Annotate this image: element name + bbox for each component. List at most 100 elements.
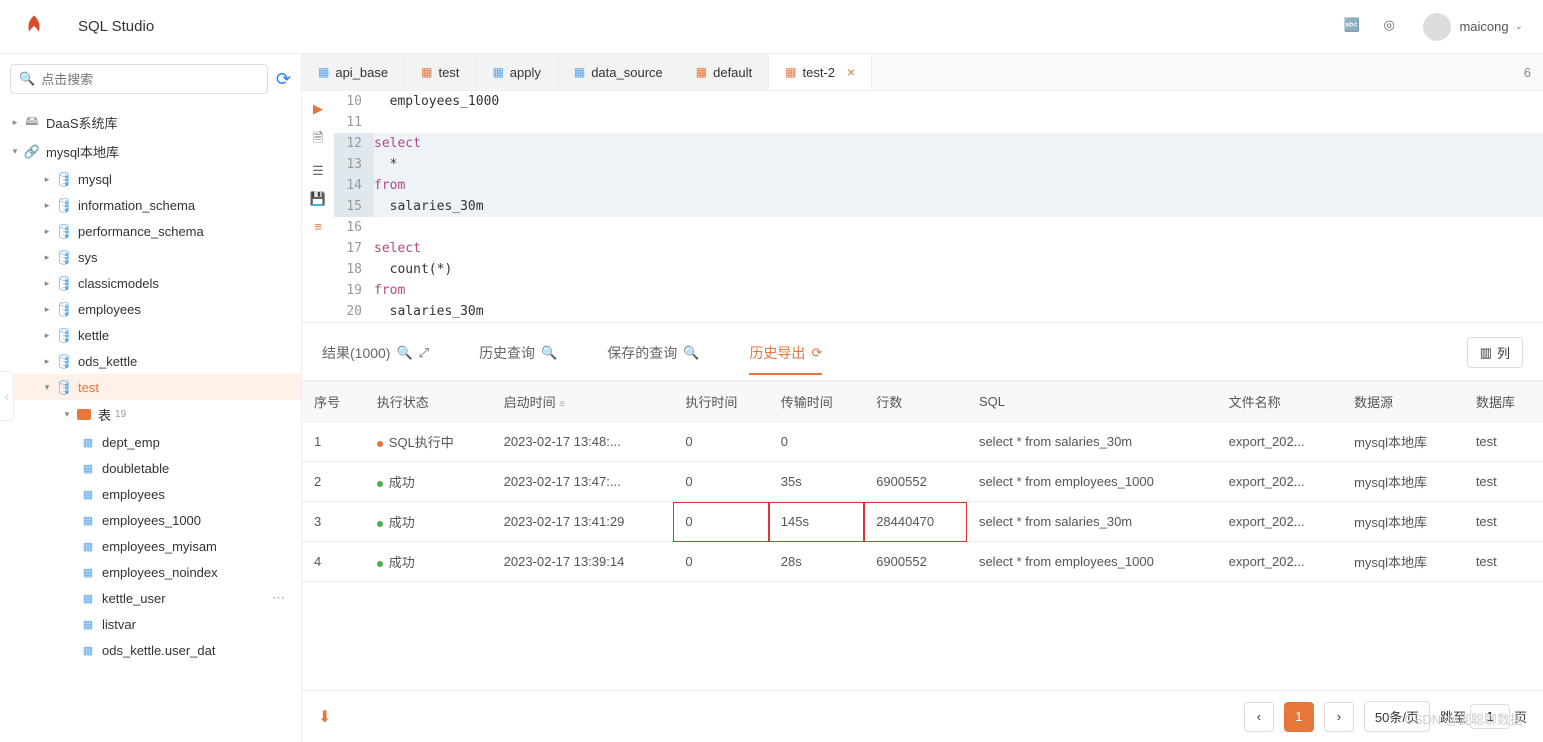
database-icon: 🛢	[56, 249, 72, 265]
code-line-14[interactable]: 14from	[334, 175, 1543, 196]
list-icon[interactable]: ≡	[314, 219, 322, 234]
table-icon: ▦	[80, 564, 96, 580]
sidebar-db-classicmodels[interactable]: ▸🛢classicmodels	[0, 270, 301, 296]
refresh-icon[interactable]: ⟳	[276, 69, 291, 90]
tree-root-mysql[interactable]: ▾🔗mysql本地库	[0, 137, 301, 166]
tab-results[interactable]: 结果(1000)🔍⤢	[322, 343, 429, 363]
code-line-17[interactable]: 17select	[334, 238, 1543, 259]
table-row[interactable]: 3 成功 2023-02-17 13:41:29 0 145s 28440470…	[302, 502, 1543, 542]
tab-type-icon: ▦	[318, 65, 329, 79]
tab-type-icon: ▦	[421, 65, 432, 79]
search-input[interactable]	[41, 72, 259, 87]
refresh-icon[interactable]: ⟳	[811, 345, 822, 361]
sidebar-table-listvar[interactable]: ▦listvar	[0, 611, 301, 637]
tab-type-icon: ▦	[574, 65, 585, 79]
code-line-12[interactable]: 12select	[334, 133, 1543, 154]
code-line-20[interactable]: 20 salaries_30m	[334, 301, 1543, 322]
more-icon[interactable]: ⋯	[272, 590, 285, 606]
prev-page-button[interactable]: ‹	[1244, 702, 1274, 732]
connection-tree: ▸🖴DaaS系统库 ▾🔗mysql本地库 ▸🛢mysql▸🛢informatio…	[0, 104, 301, 667]
editor-tab-default[interactable]: ▦default	[680, 54, 769, 90]
close-icon[interactable]: ×	[847, 64, 855, 80]
avatar[interactable]	[1423, 13, 1451, 41]
editor-tab-api_base[interactable]: ▦api_base	[302, 54, 405, 90]
sidebar-db-information_schema[interactable]: ▸🛢information_schema	[0, 192, 301, 218]
table-row[interactable]: 4 成功 2023-02-17 13:39:14 0 28s 6900552 s…	[302, 542, 1543, 582]
sql-editor[interactable]: 10 employees_10001112select13 *14from15 …	[334, 91, 1543, 322]
app-title: SQL Studio	[78, 18, 154, 35]
tab-history-export[interactable]: 历史导出⟳	[749, 343, 822, 375]
run-icon[interactable]: ▶	[313, 101, 323, 117]
column-header[interactable]: 行数	[864, 382, 967, 422]
column-header[interactable]: 文件名称	[1217, 382, 1342, 422]
sidebar-db-kettle[interactable]: ▸🛢kettle	[0, 322, 301, 348]
search-box[interactable]: 🔍	[10, 64, 268, 94]
expand-icon: ⤢	[419, 345, 429, 361]
sidebar-table-employees_noindex[interactable]: ▦employees_noindex	[0, 559, 301, 585]
sidebar-table-employees_1000[interactable]: ▦employees_1000	[0, 507, 301, 533]
sidebar-table-employees[interactable]: ▦employees	[0, 481, 301, 507]
download-icon[interactable]: ⬇	[318, 707, 331, 727]
sidebar-table-ods_kettle.user_dat[interactable]: ▦ods_kettle.user_dat	[0, 637, 301, 663]
jump-input[interactable]	[1470, 704, 1510, 729]
tab-type-icon: ▦	[492, 65, 503, 79]
database-icon: 🛢	[56, 171, 72, 187]
column-header[interactable]: 序号	[302, 382, 365, 422]
tab-type-icon: ▦	[696, 65, 707, 79]
code-line-15[interactable]: 15 salaries_30m	[334, 196, 1543, 217]
export-icon[interactable]: 💾	[310, 191, 326, 207]
code-line-11[interactable]: 11	[334, 112, 1543, 133]
columns-button[interactable]: ▥列	[1467, 337, 1523, 368]
column-header[interactable]: 执行时间	[673, 382, 768, 422]
column-header[interactable]: SQL	[967, 382, 1217, 422]
format-icon[interactable]: ☰	[312, 163, 324, 179]
tree-root-daas[interactable]: ▸🖴DaaS系统库	[0, 108, 301, 137]
editor-tabs: ▦api_base▦test▦apply▦data_source▦default…	[302, 54, 1543, 91]
page-number[interactable]: 1	[1284, 702, 1314, 732]
sidebar-table-kettle_user[interactable]: ▦kettle_user⋯	[0, 585, 301, 611]
save-icon[interactable]: 🗎	[313, 129, 323, 151]
code-line-18[interactable]: 18 count(*)	[334, 259, 1543, 280]
code-line-19[interactable]: 19from	[334, 280, 1543, 301]
sidebar-table-dept_emp[interactable]: ▦dept_emp	[0, 429, 301, 455]
translate-icon[interactable]: 🔤	[1343, 17, 1363, 37]
sidebar-db-employees[interactable]: ▸🛢employees	[0, 296, 301, 322]
editor-tab-test[interactable]: ▦test	[405, 54, 476, 90]
tab-saved-query[interactable]: 保存的查询🔍	[607, 343, 699, 363]
sidebar-db-sys[interactable]: ▸🛢sys	[0, 244, 301, 270]
chevron-down-icon[interactable]: ⌄	[1515, 21, 1523, 32]
sidebar-db-test[interactable]: ▾🛢test	[0, 374, 301, 400]
table-row[interactable]: 2 成功 2023-02-17 13:47:... 0 35s 6900552 …	[302, 462, 1543, 502]
connection-icon: 🔗	[24, 144, 40, 160]
tree-tables-folder[interactable]: ▾表19	[0, 400, 301, 429]
code-line-13[interactable]: 13 *	[334, 154, 1543, 175]
collapse-sidebar-button[interactable]: ‹	[0, 371, 14, 421]
username[interactable]: maicong	[1459, 19, 1508, 34]
column-header[interactable]: 启动时间 ≡	[492, 382, 674, 422]
column-header[interactable]: 传输时间	[769, 382, 864, 422]
tab-history-query[interactable]: 历史查询🔍	[479, 343, 557, 363]
code-line-16[interactable]: 16	[334, 217, 1543, 238]
page-size-select[interactable]: 50条/页	[1364, 701, 1430, 732]
editor-tab-apply[interactable]: ▦apply	[476, 54, 557, 90]
column-header[interactable]: 执行状态	[365, 382, 492, 422]
column-header[interactable]: 数据库	[1464, 382, 1543, 422]
sidebar-db-performance_schema[interactable]: ▸🛢performance_schema	[0, 218, 301, 244]
sidebar-db-mysql[interactable]: ▸🛢mysql	[0, 166, 301, 192]
database-icon: 🛢	[56, 197, 72, 213]
sidebar: 🔍 ⟳ ▸🖴DaaS系统库 ▾🔗mysql本地库 ▸🛢mysql▸🛢inform…	[0, 54, 302, 742]
editor-tab-test-2[interactable]: ▦test-2×	[769, 54, 872, 90]
next-page-button[interactable]: ›	[1324, 702, 1354, 732]
code-line-10[interactable]: 10 employees_1000	[334, 91, 1543, 112]
sidebar-table-doubletable[interactable]: ▦doubletable	[0, 455, 301, 481]
table-icon: ▦	[80, 538, 96, 554]
column-header[interactable]: 数据源	[1342, 382, 1464, 422]
table-row[interactable]: 1 SQL执行中 2023-02-17 13:48:... 0 0 select…	[302, 422, 1543, 462]
sidebar-db-ods_kettle[interactable]: ▸🛢ods_kettle	[0, 348, 301, 374]
status-dot-icon	[377, 561, 383, 567]
tab-count: 6	[1512, 65, 1543, 80]
settings-icon[interactable]: ◎	[1383, 17, 1403, 37]
sidebar-table-employees_myisam[interactable]: ▦employees_myisam	[0, 533, 301, 559]
sort-icon[interactable]: ≡	[559, 399, 565, 410]
editor-tab-data_source[interactable]: ▦data_source	[558, 54, 680, 90]
